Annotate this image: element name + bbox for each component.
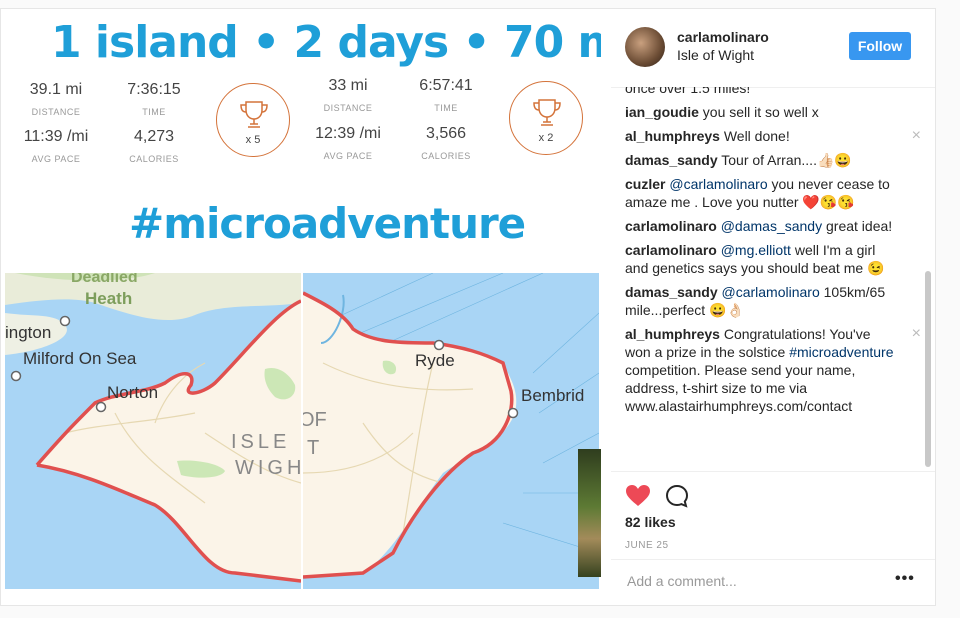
map-label-lymington: ington xyxy=(5,323,52,342)
day2-distance: 33 mi DISTANCE xyxy=(323,77,373,113)
map-day1: Deadlied Heath ington Milford On Sea Nor… xyxy=(5,273,301,589)
more-icon[interactable]: ••• xyxy=(895,570,915,588)
heart-icon[interactable] xyxy=(625,484,651,508)
comment-username[interactable]: carlamolinaro xyxy=(625,218,717,234)
image-hashtag: #microadventure xyxy=(129,199,526,248)
post-image[interactable]: 1 island • 2 days • 70 miles 39.1 miDIST… xyxy=(1,9,601,605)
map-label-norton: Norton xyxy=(107,383,159,402)
add-comment-input[interactable] xyxy=(625,570,879,592)
map-label-t: T xyxy=(307,437,320,459)
comment-item: al_humphreys Congratulations! You've won… xyxy=(625,325,925,415)
map-label-milford: Milford On Sea xyxy=(23,349,137,368)
day1-pace: 11:39 /mi AVG PACE xyxy=(23,128,89,164)
day2-time: 6:57:41 TIME xyxy=(419,77,473,113)
close-icon[interactable]: × xyxy=(912,325,921,343)
comment-mention-link[interactable]: @carlamolinaro xyxy=(669,176,767,192)
map-day2: OF T Ryde Bembrid xyxy=(303,273,599,589)
comment-username[interactable]: cuzler xyxy=(625,176,665,192)
map-label-deadlied: Deadlied xyxy=(71,273,138,286)
comment-text: once over 1.5 miles! xyxy=(625,87,751,96)
post-location[interactable]: Isle of Wight xyxy=(677,47,754,63)
map-label-of: OF xyxy=(303,409,327,431)
day2-trophy-badge: x 2 xyxy=(509,81,583,155)
post-sidebar: carlamolinaro Isle of Wight Follow once … xyxy=(611,9,935,605)
map-label-ryde: Ryde xyxy=(415,351,455,370)
comment-icon[interactable] xyxy=(665,484,689,508)
instagram-post: 1 island • 2 days • 70 miles 39.1 miDIST… xyxy=(0,8,936,606)
comment-item: ian_goudie you sell it so well x xyxy=(625,103,925,121)
comment-item: carlamolinaro @damas_sandy great idea! xyxy=(625,217,925,235)
comment-username[interactable]: damas_sandy xyxy=(625,152,718,168)
post-date[interactable]: JUNE 25 xyxy=(625,540,669,551)
comment-text: competition. Please send your name, addr… xyxy=(625,362,856,414)
avatar[interactable] xyxy=(625,27,665,67)
day2-calories: 3,566 CALORIES xyxy=(421,125,471,161)
trophy-icon xyxy=(533,99,561,126)
comment-item: damas_sandy Tour of Arran....👍🏻😀 xyxy=(625,151,925,169)
map-label-isle: ISLE xyxy=(231,431,291,453)
post-header: carlamolinaro Isle of Wight Follow xyxy=(611,9,935,88)
add-comment-bar: ••• xyxy=(611,559,935,605)
comment-item: cuzler @carlamolinaro you never cease to… xyxy=(625,175,925,211)
comment-item: damas_sandy @carlamolinaro 105km/65 mile… xyxy=(625,283,925,319)
likes-count[interactable]: 82 likes xyxy=(625,514,676,530)
comment-item: once over 1.5 miles! xyxy=(625,87,925,97)
map-label-wigh: WIGH xyxy=(235,457,301,479)
map-label-heath: Heath xyxy=(85,289,133,308)
image-headline: 1 island • 2 days • 70 miles xyxy=(51,17,601,68)
trophy-icon xyxy=(240,101,268,128)
day1-time: 7:36:15 TIME xyxy=(127,81,181,117)
comment-text: Tour of Arran....👍🏻😀 xyxy=(717,152,852,168)
day2-pace: 12:39 /mi AVG PACE xyxy=(315,125,381,161)
comment-username[interactable]: al_humphreys xyxy=(625,326,720,342)
day1-calories: 4,273 CALORIES xyxy=(129,128,179,164)
comment-text: Well done! xyxy=(719,128,790,144)
comments-list[interactable]: once over 1.5 miles! ian_goudie you sell … xyxy=(625,87,925,471)
close-icon[interactable]: × xyxy=(912,127,921,145)
comment-mention-link[interactable]: @carlamolinaro xyxy=(722,284,820,300)
comment-username[interactable]: carlamolinaro xyxy=(625,242,717,258)
comment-mention-link[interactable]: #microadventure xyxy=(789,344,893,360)
comment-mention-link[interactable]: @damas_sandy xyxy=(721,218,822,234)
comment-text: great idea! xyxy=(822,218,893,234)
comment-text: you sell it so well x xyxy=(698,104,819,120)
follow-button[interactable]: Follow xyxy=(849,32,911,60)
day1-trophy-badge: x 5 xyxy=(216,83,290,157)
comment-username[interactable]: al_humphreys xyxy=(625,128,720,144)
comment-username[interactable]: ian_goudie xyxy=(625,104,699,120)
map-label-bembridge: Bembrid xyxy=(521,386,585,405)
post-username[interactable]: carlamolinaro xyxy=(677,29,769,45)
comments-scrollbar[interactable] xyxy=(925,271,931,467)
comment-item: carlamolinaro @mg.elliott well I'm a gir… xyxy=(625,241,925,277)
comment-item: al_humphreys Well done! × xyxy=(625,127,925,145)
comment-username[interactable]: damas_sandy xyxy=(625,284,718,300)
post-actions: 82 likes JUNE 25 xyxy=(611,471,935,562)
day1-distance: 39.1 mi DISTANCE xyxy=(29,81,83,117)
comment-mention-link[interactable]: @mg.elliott xyxy=(721,242,791,258)
next-image-preview xyxy=(578,449,601,577)
